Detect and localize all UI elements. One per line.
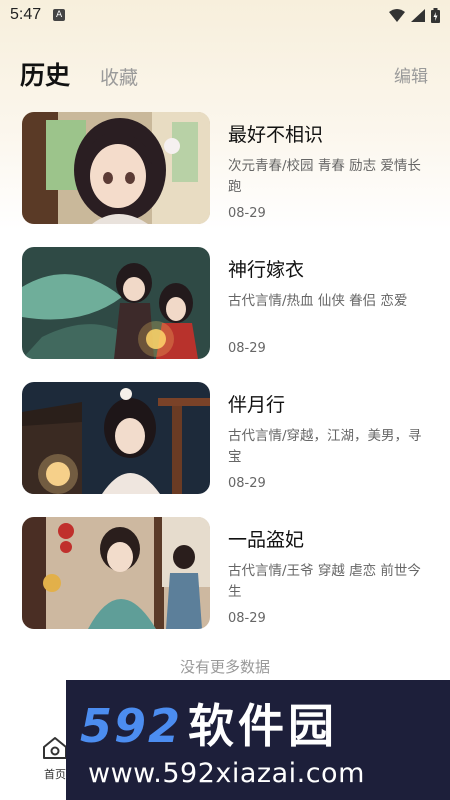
watermark-brand: 软件园: [188, 699, 339, 753]
watermark-number: 592: [80, 699, 183, 753]
tab-history[interactable]: 历史: [17, 56, 70, 96]
item-date: 08-29: [228, 476, 266, 491]
status-bar: 5:47 A: [0, 0, 450, 30]
top-tabs: 历史 收藏 编辑: [0, 52, 450, 96]
item-title: 最好不相识: [228, 124, 324, 146]
home-icon: [43, 737, 67, 759]
item-date: 08-29: [228, 206, 266, 221]
item-tags: 古代言情/穿越，江湖，美男，寻宝: [228, 428, 422, 465]
edit-button[interactable]: 编辑: [394, 62, 428, 87]
watermark-url: www.592xiazai.com: [88, 758, 365, 789]
item-date: 08-29: [228, 611, 266, 626]
cover-image: [22, 517, 210, 629]
item-info: 伴月行 古代言情/穿越，江湖，美男，寻宝 08-29: [228, 382, 434, 494]
item-date: 08-29: [228, 341, 266, 356]
wifi-icon: [389, 8, 405, 22]
item-tags: 次元青春/校园 青春 励志 爱情长跑: [228, 158, 421, 195]
cover-image: [22, 382, 210, 494]
item-info: 一品盗妃 古代言情/王爷 穿越 虐恋 前世今生 08-29: [228, 517, 434, 629]
cover-image: [22, 247, 210, 359]
list-item[interactable]: 最好不相识 次元青春/校园 青春 励志 爱情长跑 08-29: [0, 112, 450, 247]
item-title: 伴月行: [228, 394, 286, 416]
watermark-banner: 592 软件园 www.592xiazai.com: [66, 680, 450, 800]
item-title: 一品盗妃: [228, 529, 305, 551]
battery-icon: [431, 7, 440, 23]
watermark-logo: 592 软件园: [80, 690, 338, 756]
list-item[interactable]: 一品盗妃 古代言情/王爷 穿越 虐恋 前世今生 08-29: [0, 517, 450, 652]
notification-icon: A: [53, 9, 66, 21]
item-tags: 古代言情/热血 仙侠 眷侣 恋爱: [228, 293, 408, 309]
no-more-data-text: 没有更多数据: [179, 658, 270, 676]
status-time: 5:47: [10, 6, 42, 23]
history-list: 最好不相识 次元青春/校园 青春 励志 爱情长跑 08-29 神行嫁衣 古代言情…: [0, 112, 450, 652]
item-info: 神行嫁衣 古代言情/热血 仙侠 眷侣 恋爱 08-29: [228, 247, 434, 359]
item-title: 神行嫁衣: [228, 259, 305, 281]
list-item[interactable]: 神行嫁衣 古代言情/热血 仙侠 眷侣 恋爱 08-29: [0, 247, 450, 382]
cover-image: [22, 112, 210, 224]
item-tags: 古代言情/王爷 穿越 虐恋 前世今生: [228, 563, 421, 600]
signal-icon: [411, 8, 425, 22]
item-info: 最好不相识 次元青春/校园 青春 励志 爱情长跑 08-29: [228, 112, 434, 224]
list-item[interactable]: 伴月行 古代言情/穿越，江湖，美男，寻宝 08-29: [0, 382, 450, 517]
tab-favorites[interactable]: 收藏: [100, 63, 138, 90]
